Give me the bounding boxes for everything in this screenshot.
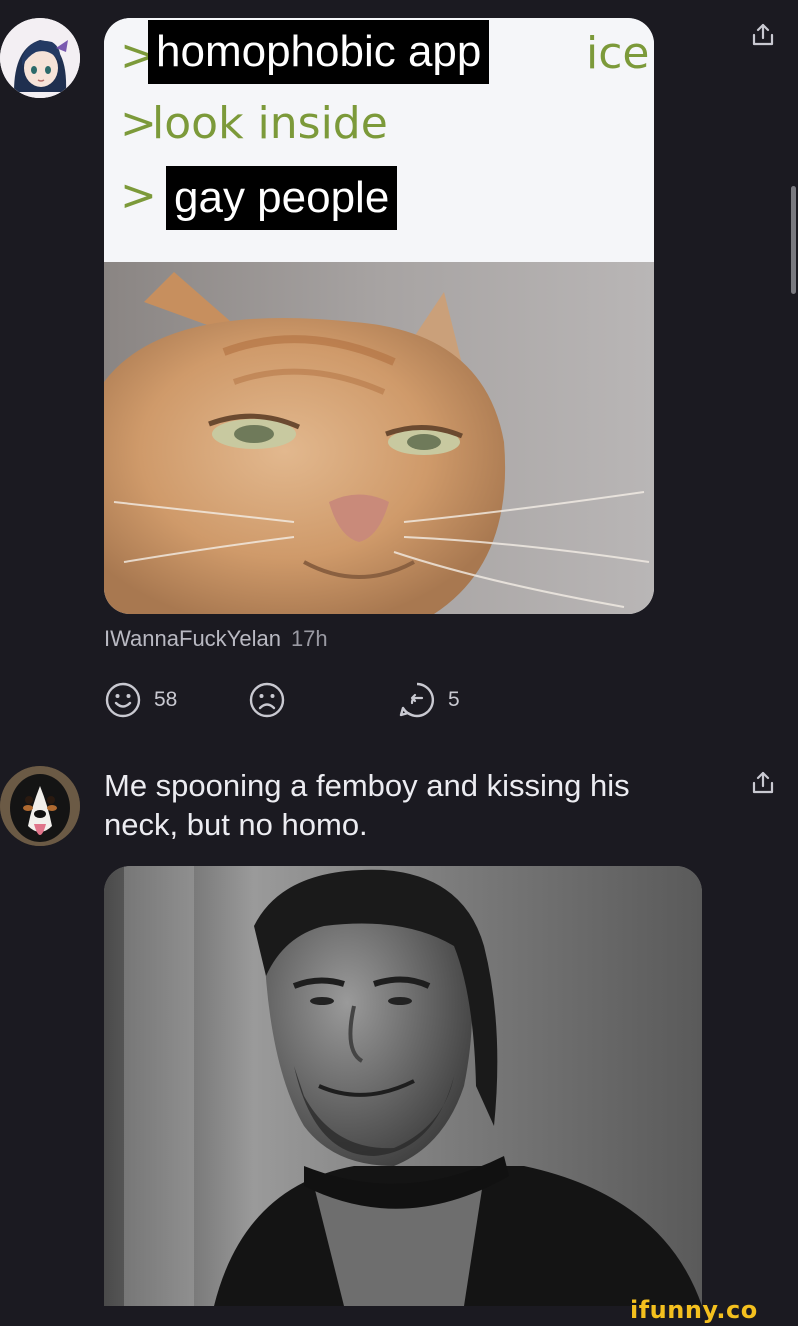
meme-image-gigachad[interactable] [104, 866, 702, 1306]
share-icon [752, 23, 774, 46]
frown-icon [249, 682, 285, 718]
gigachad-photo [104, 866, 702, 1306]
share-button[interactable] [750, 770, 776, 796]
avatar-user-2[interactable] [0, 766, 80, 846]
blackout-caption: gay people [166, 166, 398, 230]
avatar-user-1[interactable] [0, 18, 80, 98]
greentext-panel: > homophobic app ice > look inside > gay… [104, 18, 654, 262]
blackout-caption: homophobic app [148, 20, 490, 84]
reply-icon [399, 682, 435, 718]
greentext-prefix: > [120, 170, 157, 221]
comment-text: Me spooning a femboy and kissing his nec… [104, 768, 630, 842]
comment-meta: IWannaFuckYelan 17h [104, 626, 328, 652]
anime-avatar-image [0, 18, 80, 98]
meme-image-cat[interactable]: > homophobic app ice > look inside > gay… [104, 18, 654, 614]
frown-button[interactable] [248, 680, 286, 720]
smile-button[interactable]: 58 [104, 680, 177, 720]
smile-icon [105, 682, 141, 718]
greentext-line: look inside [152, 98, 388, 149]
share-icon [752, 771, 774, 794]
ifunny-watermark: ifunny.co [630, 1296, 758, 1324]
reply-count: 5 [448, 688, 460, 711]
dog-avatar-image [0, 766, 80, 846]
cat-photo [104, 262, 654, 614]
greentext-trailing: ice [586, 28, 650, 79]
share-button[interactable] [750, 22, 776, 48]
comment-author[interactable]: IWannaFuckYelan [104, 626, 281, 651]
comment-time: 17h [290, 626, 328, 651]
reply-button[interactable]: 5 [398, 680, 460, 720]
smile-count: 58 [154, 688, 178, 711]
scrollbar[interactable] [791, 186, 796, 294]
